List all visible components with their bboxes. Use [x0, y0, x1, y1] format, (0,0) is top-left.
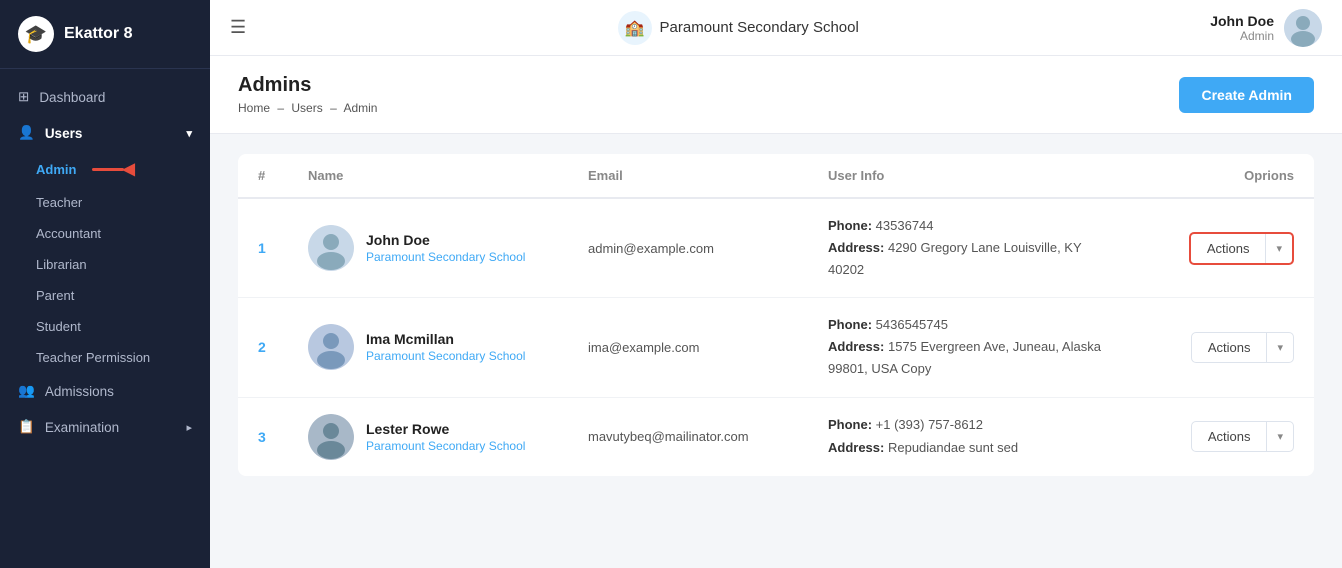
- table-row: 1 John Doe Paramount Secondary School: [238, 199, 1314, 298]
- actions-button[interactable]: Actions ▾: [1189, 232, 1294, 265]
- topbar: ☰ 🏫 Paramount Secondary School John Doe …: [210, 0, 1342, 56]
- breadcrumb-home[interactable]: Home: [238, 101, 270, 115]
- chevron-down-icon: ▾: [1267, 334, 1293, 361]
- breadcrumb: Home – Users – Admin: [238, 101, 377, 115]
- admissions-icon: 👥: [18, 383, 35, 399]
- sidebar: 🎓 Ekattor 8 ⊞ Dashboard 👤 Users ▾ Admin …: [0, 0, 210, 568]
- sidebar-item-librarian[interactable]: Librarian: [0, 249, 210, 280]
- avatar: [308, 324, 354, 370]
- table-row: 2 Ima Mcmillan Paramount Secondary Schoo…: [238, 298, 1314, 397]
- sidebar-item-label: Accountant: [36, 226, 101, 241]
- chevron-down-icon: ▾: [1266, 235, 1292, 262]
- arrow-right-icon: ◀: [122, 159, 134, 179]
- school-info: 🏫 Paramount Secondary School: [266, 11, 1210, 45]
- user-info-details: Phone: 5436545745 Address: 1575 Evergree…: [828, 314, 1114, 380]
- dashboard-icon: ⊞: [18, 89, 29, 105]
- sidebar-item-parent[interactable]: Parent: [0, 280, 210, 311]
- user-info-details: Phone: 43536744 Address: 4290 Gregory La…: [828, 215, 1114, 281]
- actions-cell: Actions ▾: [1114, 232, 1294, 265]
- page-header: Admins Home – Users – Admin Create Admin: [210, 56, 1342, 134]
- sidebar-item-label: Teacher Permission: [36, 350, 150, 365]
- user-cell: Lester Rowe Paramount Secondary School: [308, 414, 588, 460]
- menu-toggle-icon[interactable]: ☰: [230, 17, 246, 38]
- sidebar-item-label: Examination: [45, 420, 119, 435]
- page-title: Admins: [238, 74, 377, 97]
- chevron-down-icon: ▾: [186, 127, 192, 140]
- user-full-name: Lester Rowe: [366, 421, 525, 437]
- table-header: # Name Email User Info Oprions: [238, 154, 1314, 199]
- actions-cell: Actions ▾: [1114, 421, 1294, 452]
- user-info-text: John Doe Admin: [1210, 13, 1274, 43]
- school-name: Paramount Secondary School: [660, 19, 859, 36]
- user-school: Paramount Secondary School: [366, 349, 525, 363]
- sidebar-item-examination[interactable]: 📋 Examination ▸: [0, 409, 210, 445]
- sidebar-item-label: Admissions: [45, 384, 114, 399]
- create-admin-button[interactable]: Create Admin: [1179, 77, 1314, 113]
- col-header-name: Name: [308, 168, 588, 183]
- page-content-area: # Name Email User Info Oprions 1: [210, 134, 1342, 568]
- breadcrumb-users[interactable]: Users: [291, 101, 322, 115]
- col-header-email: Email: [588, 168, 828, 183]
- logo-icon: 🎓: [18, 16, 54, 52]
- sidebar-item-student[interactable]: Student: [0, 311, 210, 342]
- admins-table: # Name Email User Info Oprions 1: [238, 154, 1314, 476]
- breadcrumb-admin[interactable]: Admin: [343, 101, 377, 115]
- sidebar-navigation: ⊞ Dashboard 👤 Users ▾ Admin ◀ Teacher Ac…: [0, 69, 210, 568]
- sidebar-item-label: Admin: [36, 162, 76, 177]
- school-logo-icon: 🏫: [618, 11, 652, 45]
- user-name: John Doe: [1210, 13, 1274, 29]
- avatar: [308, 414, 354, 460]
- col-header-num: #: [258, 168, 308, 183]
- row-number: 1: [258, 240, 308, 256]
- user-info-details: Phone: +1 (393) 757-8612 Address: Repudi…: [828, 414, 1114, 458]
- sidebar-item-label: Librarian: [36, 257, 87, 272]
- row-number: 3: [258, 429, 308, 445]
- sidebar-item-dashboard[interactable]: ⊞ Dashboard: [0, 79, 210, 115]
- row-number: 2: [258, 339, 308, 355]
- chevron-right-icon: ▸: [186, 421, 192, 434]
- sidebar-item-label: Dashboard: [39, 90, 105, 105]
- sidebar-item-admin[interactable]: Admin ◀: [0, 151, 210, 187]
- sidebar-item-label: Parent: [36, 288, 74, 303]
- examination-icon: 📋: [18, 419, 35, 435]
- actions-label[interactable]: Actions: [1191, 234, 1267, 263]
- sidebar-item-admissions[interactable]: 👥 Admissions: [0, 373, 210, 409]
- user-email: admin@example.com: [588, 241, 828, 256]
- chevron-down-icon: ▾: [1267, 423, 1293, 450]
- user-school: Paramount Secondary School: [366, 439, 525, 453]
- sidebar-item-label: Users: [45, 126, 83, 141]
- user-full-name: John Doe: [366, 232, 525, 248]
- sidebar-item-label: Teacher: [36, 195, 82, 210]
- users-icon: 👤: [18, 125, 35, 141]
- user-role: Admin: [1210, 29, 1274, 43]
- user-email: mavutybeq@mailinator.com: [588, 429, 828, 444]
- user-email: ima@example.com: [588, 340, 828, 355]
- main-content: ☰ 🏫 Paramount Secondary School John Doe …: [210, 0, 1342, 568]
- sidebar-logo: 🎓 Ekattor 8: [0, 0, 210, 69]
- arrow-indicator: [92, 168, 124, 171]
- sidebar-item-label: Student: [36, 319, 81, 334]
- user-cell: John Doe Paramount Secondary School: [308, 225, 588, 271]
- table-row: 3 Lester Rowe Paramount Secondary School: [238, 398, 1314, 476]
- avatar: [1284, 9, 1322, 47]
- user-full-name: Ima Mcmillan: [366, 331, 525, 347]
- user-profile: John Doe Admin: [1210, 9, 1322, 47]
- sidebar-item-accountant[interactable]: Accountant: [0, 218, 210, 249]
- actions-button[interactable]: Actions ▾: [1191, 332, 1294, 363]
- app-name: Ekattor 8: [64, 25, 132, 43]
- sidebar-item-teacher-permission[interactable]: Teacher Permission: [0, 342, 210, 373]
- actions-cell: Actions ▾: [1114, 332, 1294, 363]
- sidebar-item-users[interactable]: 👤 Users ▾: [0, 115, 210, 151]
- actions-label[interactable]: Actions: [1192, 333, 1268, 362]
- col-header-options: Oprions: [1114, 168, 1294, 183]
- sidebar-item-teacher[interactable]: Teacher: [0, 187, 210, 218]
- actions-label[interactable]: Actions: [1192, 422, 1268, 451]
- user-school: Paramount Secondary School: [366, 250, 525, 264]
- col-header-userinfo: User Info: [828, 168, 1114, 183]
- user-cell: Ima Mcmillan Paramount Secondary School: [308, 324, 588, 370]
- actions-button[interactable]: Actions ▾: [1191, 421, 1294, 452]
- avatar: [308, 225, 354, 271]
